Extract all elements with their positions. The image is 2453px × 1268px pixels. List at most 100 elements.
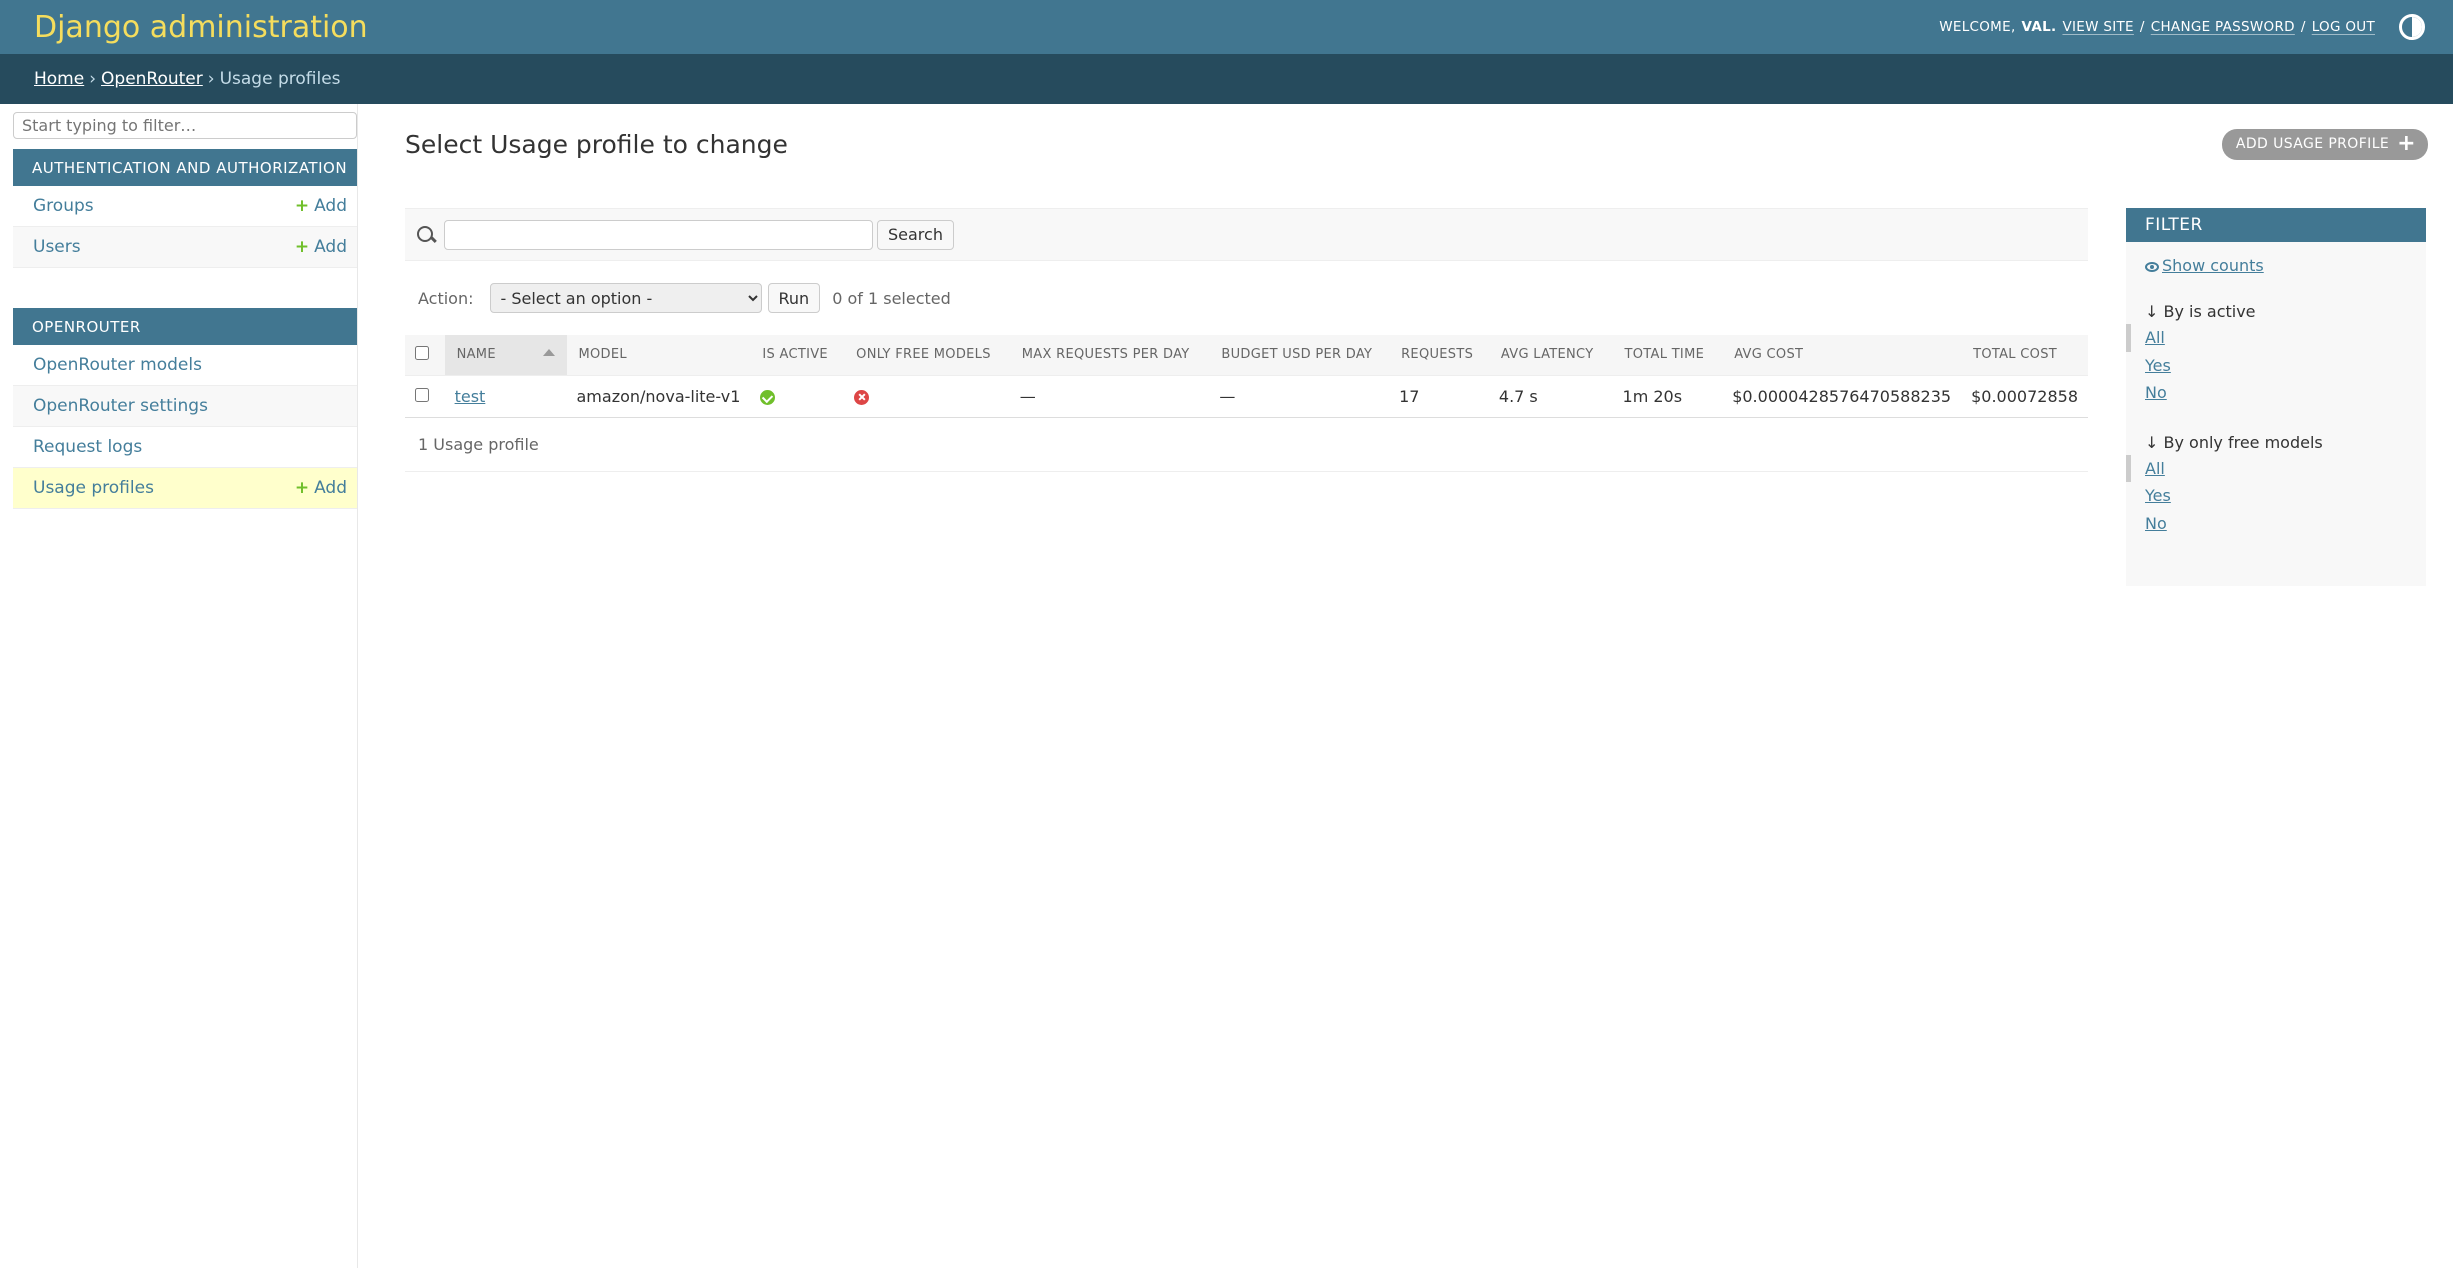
row-checkbox[interactable] <box>415 387 429 402</box>
change-password-link[interactable]: CHANGE PASSWORD <box>2151 19 2295 35</box>
sidebar-item-label[interactable]: Request logs <box>33 437 142 457</box>
column-header-is-active[interactable]: Is active <box>750 335 845 376</box>
sidebar-item-groups: Groups + Add <box>13 186 357 227</box>
x-circle-icon <box>854 389 870 405</box>
action-select[interactable]: - Select an option - <box>489 283 762 313</box>
filter-option: Yes <box>2126 482 2426 510</box>
module-header-openrouter[interactable]: OpenRouter <box>13 308 357 345</box>
page-title: Select Usage profile to change <box>405 129 788 159</box>
only-free-models-cell <box>844 375 1010 418</box>
filter-option-yes[interactable]: Yes <box>2145 356 2171 375</box>
total-cost-cell: $0.00072858 <box>1961 375 2088 418</box>
nav-filter-input[interactable] <box>13 112 357 139</box>
add-label: Add <box>314 478 347 498</box>
breadcrumb: Home › OpenRouter › Usage profiles <box>0 54 2453 104</box>
search-toolbar: Search <box>405 208 2088 261</box>
filter-option: All <box>2126 454 2426 482</box>
run-button[interactable]: Run <box>767 283 821 313</box>
filter-option: No <box>2126 510 2426 538</box>
add-user-link[interactable]: + Add <box>295 237 347 257</box>
filter-option-no[interactable]: No <box>2145 514 2167 533</box>
column-header-total-cost[interactable]: Total cost <box>1961 335 2088 376</box>
site-name[interactable]: Django administration <box>34 10 368 45</box>
filter-option-all[interactable]: All <box>2145 328 2165 347</box>
avg-latency-cell: 4.7 s <box>1488 375 1613 418</box>
show-counts: Show counts <box>2126 242 2426 288</box>
separator: / <box>2139 19 2145 35</box>
table-row: test amazon/nova-lite-v1 — — 17 4.7 s 1m… <box>405 375 2088 418</box>
paginator: 1 Usage profile <box>405 418 2088 472</box>
username: VAL. <box>2021 19 2057 35</box>
sidebar-item-users: Users + Add <box>13 227 357 268</box>
changelist-filter: Filter Show counts ↓ By is active All Ye… <box>2126 208 2426 586</box>
header: Django administration WELCOME, VAL. VIEW… <box>0 0 2453 54</box>
column-header-avg-cost[interactable]: Avg cost <box>1722 335 1962 376</box>
model-cell: amazon/nova-lite-v1 <box>566 375 751 418</box>
filter-option-no[interactable]: No <box>2145 383 2167 402</box>
search-input[interactable] <box>444 219 873 250</box>
filter-group-title: ↓ By only free models <box>2145 432 2323 452</box>
separator: / <box>2300 19 2306 35</box>
column-header-total-time[interactable]: Total time <box>1612 335 1723 376</box>
show-counts-link[interactable]: Show counts <box>2162 256 2264 275</box>
plus-icon: + <box>294 196 310 216</box>
column-header-name[interactable]: Name <box>444 335 567 376</box>
filter-option: All <box>2126 324 2426 352</box>
select-all-checkbox[interactable] <box>415 345 429 360</box>
sidebar-item-usage-profiles: Usage profiles + Add <box>13 468 357 509</box>
add-usage-profile-link[interactable]: + Add <box>295 478 347 498</box>
module-auth: Authentication and Authorization Groups … <box>13 149 357 268</box>
column-header-requests[interactable]: Requests <box>1389 335 1489 376</box>
column-header-avg-latency[interactable]: Avg latency <box>1488 335 1613 376</box>
plus-icon: + <box>294 237 310 257</box>
changelist: Search Action: - Select an option - Run … <box>405 184 2088 586</box>
filter-option: Yes <box>2126 352 2426 380</box>
view-site-link[interactable]: VIEW SITE <box>2062 19 2133 35</box>
column-header-max-requests[interactable]: Max requests per day <box>1009 335 1210 376</box>
add-usage-profile-button[interactable]: ADD USAGE PROFILE + <box>2221 128 2428 160</box>
plus-icon: + <box>2397 131 2416 156</box>
sidebar-item-request-logs: Request logs <box>13 427 357 468</box>
selected-counter: 0 of 1 selected <box>832 288 951 308</box>
add-label: Add <box>314 196 347 216</box>
sidebar-item-label[interactable]: OpenRouter settings <box>33 396 208 416</box>
is-active-cell <box>750 375 845 418</box>
sidebar-item-label[interactable]: Usage profiles <box>33 478 154 498</box>
filter-group-title: ↓ By is active <box>2145 302 2256 321</box>
filter-option-all[interactable]: All <box>2145 459 2165 478</box>
select-all-header <box>405 335 445 376</box>
eye-icon <box>2145 261 2159 272</box>
breadcrumb-home[interactable]: Home <box>34 69 84 89</box>
sidebar-item-label[interactable]: Groups <box>33 196 94 216</box>
action-label: Action: <box>418 288 474 308</box>
actions-bar: Action: - Select an option - Run 0 of 1 … <box>405 261 2088 335</box>
breadcrumb-separator: › <box>89 69 97 89</box>
column-header-only-free-models[interactable]: Only free models <box>844 335 1010 376</box>
sidebar-item-label[interactable]: Users <box>33 237 81 257</box>
welcome-text: WELCOME, <box>1939 19 2016 35</box>
sidebar-item-label[interactable]: OpenRouter models <box>33 355 202 375</box>
result-table: Name Model Is active Only free models Ma… <box>405 335 2088 418</box>
module-openrouter: OpenRouter OpenRouter models OpenRouter … <box>13 308 357 509</box>
breadcrumb-app[interactable]: OpenRouter <box>101 69 203 89</box>
row-name-link[interactable]: test <box>455 387 486 406</box>
nav-sidebar: Authentication and Authorization Groups … <box>0 104 358 1268</box>
budget-cell: — <box>1209 375 1390 418</box>
column-header-budget[interactable]: Budget USD per day <box>1209 335 1390 376</box>
total-time-cell: 1m 20s <box>1612 375 1723 418</box>
module-header-auth[interactable]: Authentication and Authorization <box>13 149 357 186</box>
log-out-link[interactable]: LOG OUT <box>2312 19 2375 35</box>
column-header-model[interactable]: Model <box>566 335 751 376</box>
theme-toggle-icon[interactable] <box>2399 14 2425 40</box>
filter-title: Filter <box>2126 208 2426 242</box>
sidebar-item-openrouter-models: OpenRouter models <box>13 345 357 386</box>
add-label: Add <box>314 237 347 257</box>
breadcrumb-separator: › <box>207 69 215 89</box>
add-group-link[interactable]: + Add <box>295 196 347 216</box>
filter-option-yes[interactable]: Yes <box>2145 486 2171 505</box>
search-button[interactable]: Search <box>877 219 954 250</box>
sort-ascending-icon[interactable] <box>542 349 555 356</box>
search-icon <box>416 225 436 245</box>
plus-icon: + <box>294 478 310 498</box>
avg-cost-cell: $0.0000428576470588235 <box>1722 375 1962 418</box>
